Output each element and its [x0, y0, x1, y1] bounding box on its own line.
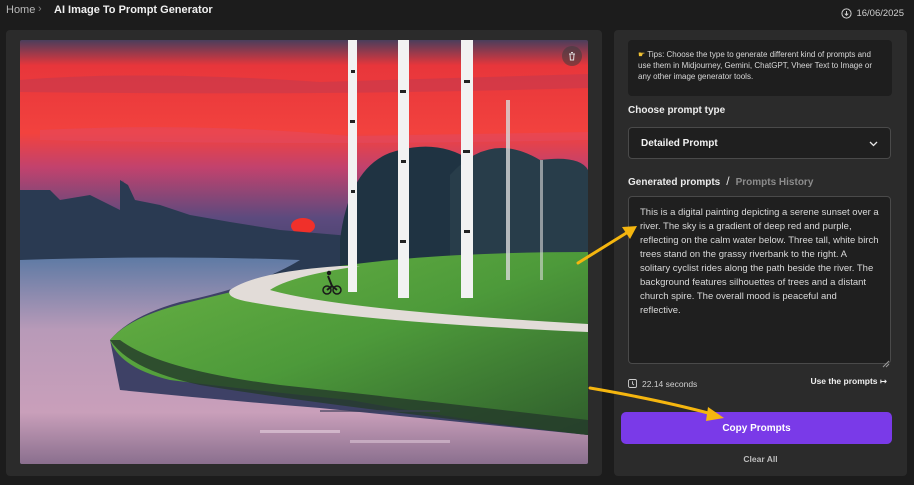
chevron-down-icon: [869, 134, 878, 152]
tab-generated-prompts[interactable]: Generated prompts: [628, 177, 720, 188]
trash-icon: [567, 51, 577, 61]
prompt-panel: ☛ Tips: Choose the type to generate diff…: [614, 30, 907, 476]
clear-all-button[interactable]: Clear All: [614, 454, 907, 464]
prompt-type-label: Choose prompt type: [628, 105, 726, 116]
top-bar: Home › AI Image To Prompt Generator 16/0…: [0, 0, 914, 26]
timer-icon: [628, 375, 637, 393]
image-panel: [6, 30, 602, 476]
generated-prompt-textarea[interactable]: This is a digital painting depicting a s…: [628, 196, 891, 364]
tab-prompts-history[interactable]: Prompts History: [736, 177, 814, 188]
page-title: AI Image To Prompt Generator: [54, 4, 213, 16]
pointing-hand-icon: ☛: [638, 50, 646, 59]
generation-time: 22.14 seconds: [628, 375, 697, 393]
tips-text: Tips: Choose the type to generate differ…: [638, 50, 873, 81]
date-display: 16/06/2025: [841, 8, 904, 19]
use-prompts-link[interactable]: Use the prompts ↦: [810, 376, 887, 387]
delete-image-button[interactable]: [562, 46, 582, 66]
date-text: 16/06/2025: [856, 8, 904, 19]
prompt-type-value: Detailed Prompt: [641, 137, 718, 149]
generated-prompts-header: Generated prompts / Prompts History: [628, 174, 813, 188]
time-text: 22.14 seconds: [642, 379, 698, 389]
resize-grip-icon[interactable]: [882, 355, 890, 368]
breadcrumb-separator: ›: [38, 3, 42, 15]
copy-prompts-button[interactable]: Copy Prompts: [621, 412, 892, 444]
prompt-type-select[interactable]: Detailed Prompt: [628, 127, 891, 159]
tab-separator: /: [726, 174, 730, 188]
tips-box: ☛ Tips: Choose the type to generate diff…: [628, 40, 892, 96]
uploaded-image: [20, 40, 588, 464]
download-icon: [841, 8, 853, 19]
breadcrumb-home-link[interactable]: Home: [6, 4, 35, 16]
